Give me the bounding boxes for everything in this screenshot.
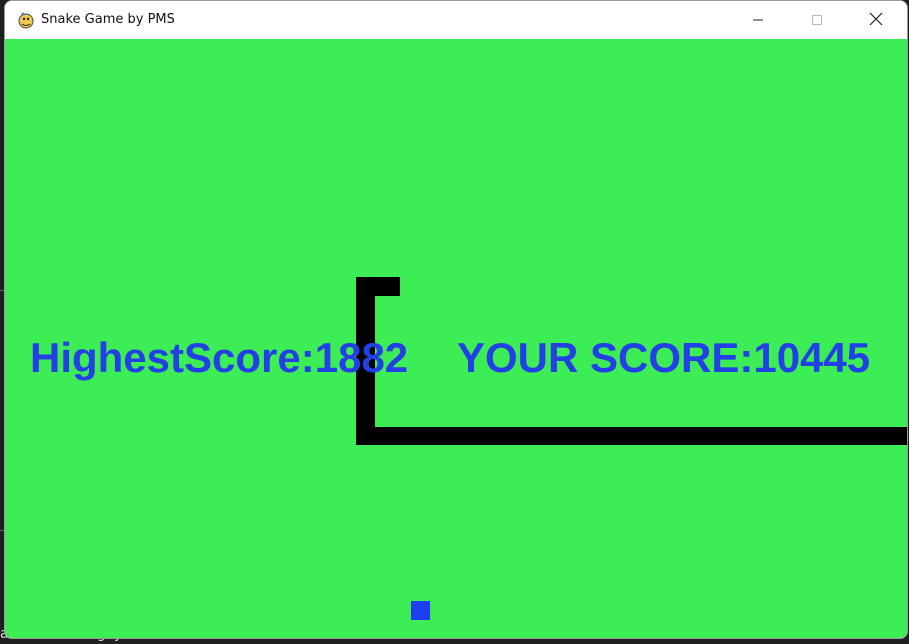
maximize-icon [811, 11, 823, 30]
your-score-label: YOUR SCORE:10445 [457, 334, 871, 381]
close-button[interactable] [853, 1, 899, 39]
minimize-icon [752, 11, 764, 30]
snake-food [411, 601, 430, 620]
game-canvas[interactable]: HighestScore:1882 YOUR SCORE:10445 [5, 39, 907, 638]
highest-score-label: HighestScore:1882 [30, 334, 409, 381]
game-window: Snake Game by PMS HighestScore:1882 YOUR… [4, 0, 908, 639]
minimize-button[interactable] [735, 1, 781, 39]
snake-segment [356, 427, 907, 445]
maximize-button[interactable] [794, 1, 840, 39]
pygame-snake-icon [17, 11, 35, 29]
window-title: Snake Game by PMS [41, 12, 175, 27]
title-bar[interactable]: Snake Game by PMS [5, 1, 907, 39]
close-icon [869, 11, 883, 30]
